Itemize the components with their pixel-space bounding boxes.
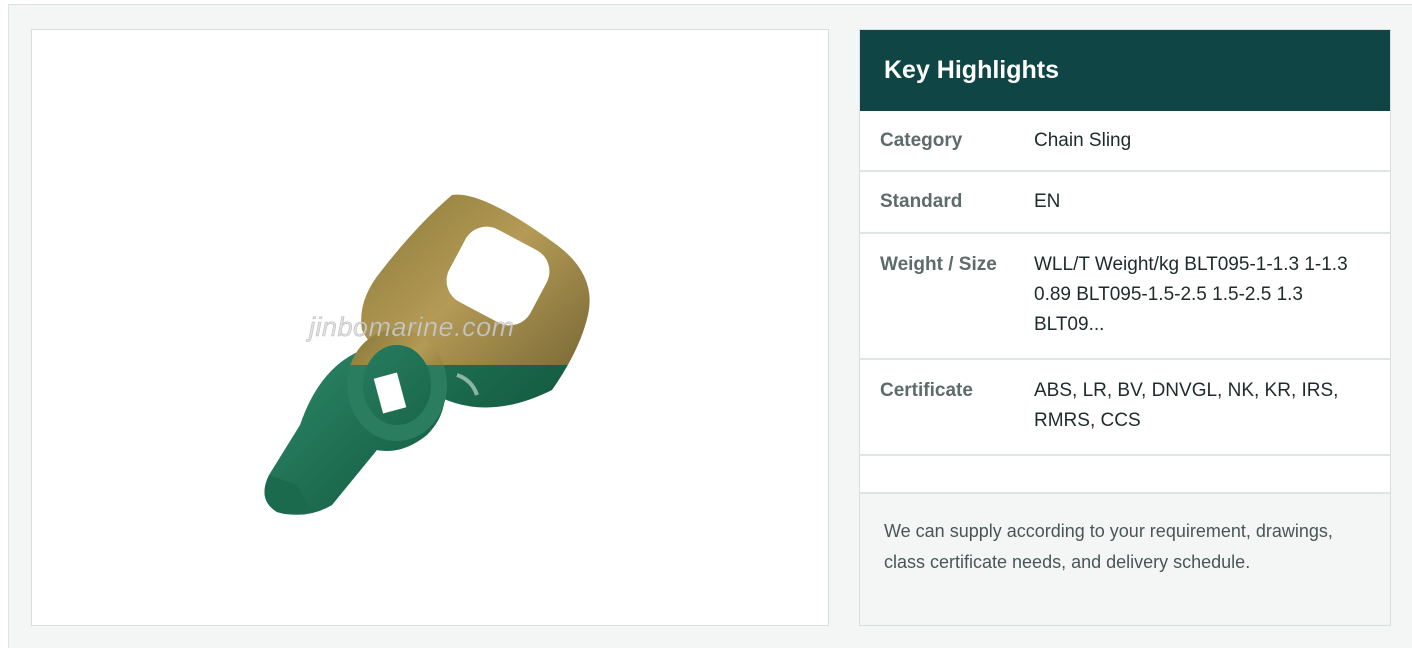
row-label [860,456,1034,492]
highlight-row-weight-size: Weight / Size WLL/T Weight/kg BLT095-1-1… [860,234,1390,360]
row-value: ABS, LR, BV, DNVGL, NK, KR, IRS, RMRS, C… [1034,380,1339,431]
highlight-row-empty [860,456,1390,494]
highlight-row-category: Category Chain Sling [860,111,1390,172]
row-value: WLL/T Weight/kg BLT095-1-1.3 1-1.3 0.89 … [1034,254,1348,335]
row-value: Chain Sling [1034,129,1132,151]
supply-note: We can supply according to your requirem… [860,494,1390,625]
product-image-panel[interactable]: jinbomarine.com [31,29,829,626]
highlights-title: Key Highlights [884,56,1060,84]
watermark-text: jinbomarine.com [309,312,515,343]
row-label: Weight / Size [880,254,997,275]
row-label: Certificate [880,380,973,401]
row-value [1034,456,1390,492]
highlight-row-certificate: Certificate ABS, LR, BV, DNVGL, NK, KR, … [860,360,1390,456]
row-label: Standard [880,191,963,212]
highlights-header: Key Highlights [860,30,1390,111]
row-label: Category [880,129,963,151]
key-highlights-panel: Key Highlights Category Chain Sling Stan… [859,29,1391,626]
row-value: EN [1034,191,1061,212]
highlight-row-standard: Standard EN [860,172,1390,234]
